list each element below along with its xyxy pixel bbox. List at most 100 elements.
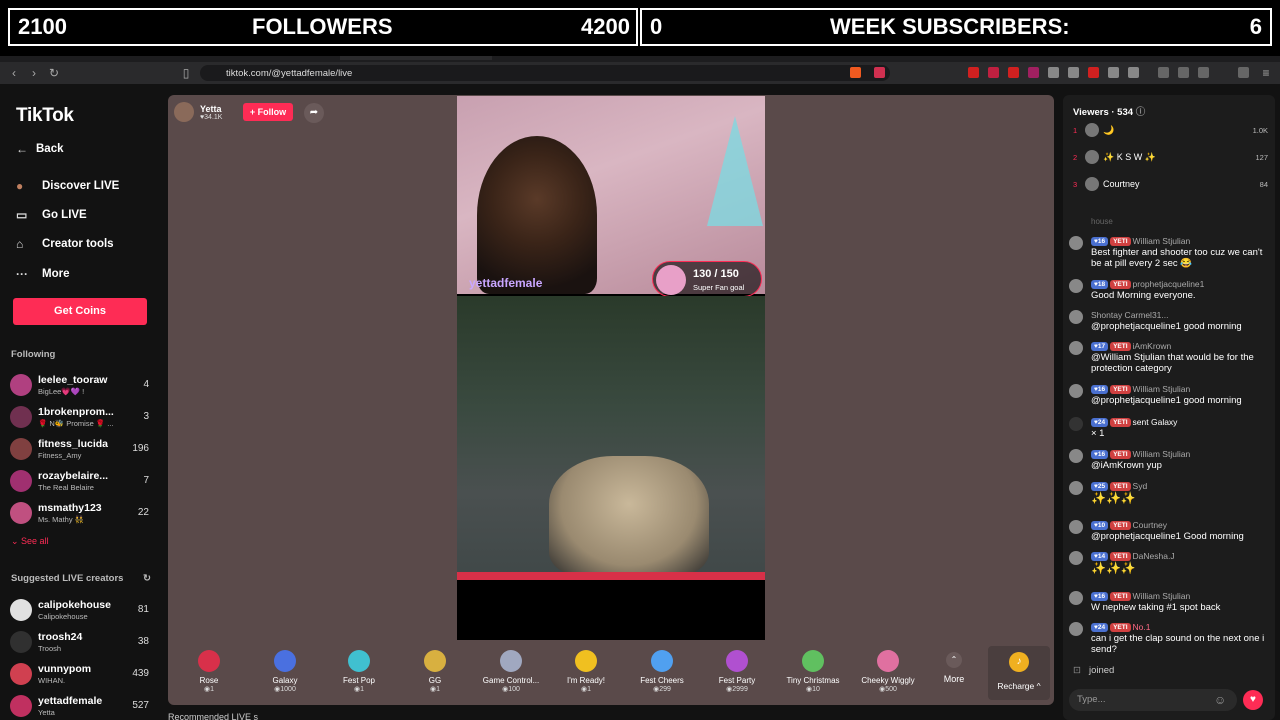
brave-shield-icon[interactable] bbox=[850, 67, 861, 78]
message-header: ♥24 YETI No.1 bbox=[1091, 622, 1151, 633]
top-viewer[interactable]: 1 🌙 1.0K bbox=[1073, 123, 1268, 139]
following-item[interactable]: 1brokenprom... 🌹 N🐝 Promise 🌹 ... 3 bbox=[10, 404, 155, 432]
share-icon[interactable]: ➦ bbox=[304, 103, 324, 123]
nav-back[interactable]: ← Back bbox=[16, 142, 64, 156]
get-coins-button[interactable]: Get Coins bbox=[13, 298, 147, 325]
extension-icon[interactable] bbox=[1088, 67, 1099, 78]
gift-item[interactable]: Fest Party ◉2999 bbox=[702, 642, 772, 700]
fest-party-icon bbox=[726, 650, 748, 672]
gift-name: Fest Party bbox=[718, 676, 756, 685]
account-sub: WIHAN. bbox=[38, 676, 66, 685]
nav-more[interactable]: ··· More bbox=[16, 267, 69, 281]
wallet-icon[interactable] bbox=[1198, 67, 1209, 78]
message-text: ✨✨✨ bbox=[1091, 561, 1136, 575]
viewers-label: Viewers · 534 bbox=[1073, 107, 1134, 118]
sidebar-icon[interactable] bbox=[1178, 67, 1189, 78]
gift-item[interactable]: I'm Ready! ◉1 bbox=[551, 642, 621, 700]
avatar bbox=[10, 599, 32, 621]
nav-label: Creator tools bbox=[42, 238, 114, 250]
recharge-label: Recharge ^ bbox=[997, 681, 1041, 691]
gift-item[interactable]: Fest Cheers ◉299 bbox=[627, 642, 697, 700]
sender-name: William Stjulian bbox=[1132, 384, 1191, 394]
reload-icon[interactable]: ↻ bbox=[44, 66, 64, 80]
info-icon[interactable]: ⓘ bbox=[1136, 107, 1146, 118]
following-item[interactable]: msmathy123 Ms. Mathy 👯 22 bbox=[10, 500, 155, 528]
top-viewer[interactable]: 3 Courtney 84 bbox=[1073, 177, 1268, 193]
extension-icon[interactable] bbox=[988, 67, 999, 78]
tiktok-logo[interactable]: TikTok bbox=[16, 105, 74, 127]
suggested-item[interactable]: troosh24 Troosh 38 bbox=[10, 629, 155, 657]
nav-creator-tools[interactable]: ⌂ Creator tools bbox=[16, 237, 114, 251]
top-viewer[interactable]: 2 ✨ K S W ✨ 127 bbox=[1073, 150, 1268, 166]
gift-item[interactable]: Game Control... ◉100 bbox=[476, 642, 546, 700]
following-item[interactable]: leelee_tooraw BigLee💗💜 ! 4 bbox=[10, 372, 155, 400]
extension-icon[interactable] bbox=[1028, 67, 1039, 78]
suggested-item[interactable]: vunnypom WIHAN. 439 bbox=[10, 661, 155, 689]
suggested-item[interactable]: yettadfemale Yetta 527 bbox=[10, 693, 155, 720]
more-label: More bbox=[943, 674, 965, 684]
following-item[interactable]: rozaybelaire... The Real Belaire 7 bbox=[10, 468, 155, 496]
viewers-heading[interactable]: Viewers · 534 ⓘ bbox=[1073, 104, 1145, 118]
follow-button[interactable]: + Follow bbox=[243, 103, 293, 121]
forward-arrow-icon[interactable]: › bbox=[24, 66, 44, 80]
gift-item[interactable]: Rose ◉1 bbox=[174, 642, 244, 700]
viewer-name: ✨ K S W ✨ bbox=[1103, 152, 1156, 162]
emoji-icon[interactable]: ☺ bbox=[1214, 693, 1226, 707]
avatar bbox=[1085, 150, 1099, 164]
extension-icon[interactable] bbox=[1128, 67, 1139, 78]
gift-name: Rose bbox=[199, 676, 219, 685]
host-avatar bbox=[174, 102, 194, 122]
music-icon[interactable] bbox=[1158, 67, 1169, 78]
chat-input[interactable]: Type... bbox=[1069, 689, 1237, 711]
shield-icon[interactable] bbox=[1238, 67, 1249, 78]
refresh-icon[interactable]: ↻ bbox=[143, 573, 151, 584]
nav-discover-live[interactable]: ● Discover LIVE bbox=[16, 179, 119, 193]
nav-go-live[interactable]: ▭ Go LIVE bbox=[16, 208, 87, 222]
goal-label: Super Fan goal bbox=[693, 283, 745, 292]
extension-icon[interactable] bbox=[1008, 67, 1019, 78]
see-all-link[interactable]: ⌄ See all bbox=[11, 536, 49, 547]
gift-item[interactable]: Tiny Christmas ◉10 bbox=[778, 642, 848, 700]
account-sub: BigLee💗💜 ! bbox=[38, 387, 85, 396]
avatar bbox=[10, 695, 32, 717]
gift-price: ◉1 bbox=[580, 686, 591, 693]
gift-item[interactable]: Cheeky Wiggly ◉500 bbox=[853, 642, 923, 700]
sender-name: prophetjacqueline1 bbox=[1132, 279, 1205, 289]
avatar bbox=[10, 438, 32, 460]
live-video[interactable]: yettadfemale 130 / 150 Super Fan goal bbox=[457, 96, 765, 640]
subs-label: WEEK SUBSCRIBERS: bbox=[830, 14, 1070, 39]
gift-icon bbox=[1069, 417, 1083, 431]
extension-icon[interactable] bbox=[968, 67, 979, 78]
gift-item[interactable]: GG ◉1 bbox=[400, 642, 470, 700]
url-field[interactable]: tiktok.com/@yettadfemale/live bbox=[200, 65, 890, 81]
extension-icon[interactable] bbox=[1048, 67, 1059, 78]
camera-icon: ▭ bbox=[16, 208, 28, 222]
faded-message: house bbox=[1091, 217, 1113, 226]
like-heart-button[interactable]: ♥ bbox=[1243, 690, 1263, 710]
suggested-item[interactable]: calipokehouse Calipokehouse 81 bbox=[10, 597, 155, 625]
followers-left: 2100 bbox=[18, 14, 67, 39]
more-gifts-button[interactable]: ⌃ More bbox=[940, 652, 968, 684]
gift-item[interactable]: Fest Pop ◉1 bbox=[324, 642, 394, 700]
host-card[interactable]: Yetta ♥34.1K bbox=[174, 101, 222, 123]
sender-name: iAmKrown bbox=[1132, 341, 1172, 351]
gift-name: Fest Pop bbox=[342, 676, 375, 685]
following-item[interactable]: fitness_lucida Fitness_Amy 196 bbox=[10, 436, 155, 464]
back-arrow-icon[interactable]: ‹ bbox=[4, 66, 24, 80]
extension-icon[interactable] bbox=[1068, 67, 1079, 78]
extension-icon[interactable] bbox=[1108, 67, 1119, 78]
gift-name: Game Control... bbox=[482, 676, 540, 685]
viewer-count: 3 bbox=[143, 411, 149, 422]
gift-item[interactable]: Galaxy ◉1000 bbox=[250, 642, 320, 700]
viewer-name: 🌙 bbox=[1103, 125, 1115, 135]
menu-icon[interactable]: ≡ bbox=[1256, 66, 1276, 80]
account-sub: Calipokehouse bbox=[38, 612, 88, 621]
see-all-label: See all bbox=[21, 536, 49, 546]
level-badge: ♥16 bbox=[1091, 237, 1109, 247]
bookmark-icon[interactable]: ▯ bbox=[176, 66, 196, 80]
recharge-button[interactable]: ♪ Recharge ^ bbox=[988, 646, 1050, 700]
fan-badge: YETI bbox=[1110, 482, 1131, 492]
viewer-count: 4 bbox=[143, 379, 149, 390]
super-fan-goal[interactable]: 130 / 150 Super Fan goal bbox=[652, 261, 762, 297]
rewards-icon[interactable] bbox=[874, 67, 885, 78]
